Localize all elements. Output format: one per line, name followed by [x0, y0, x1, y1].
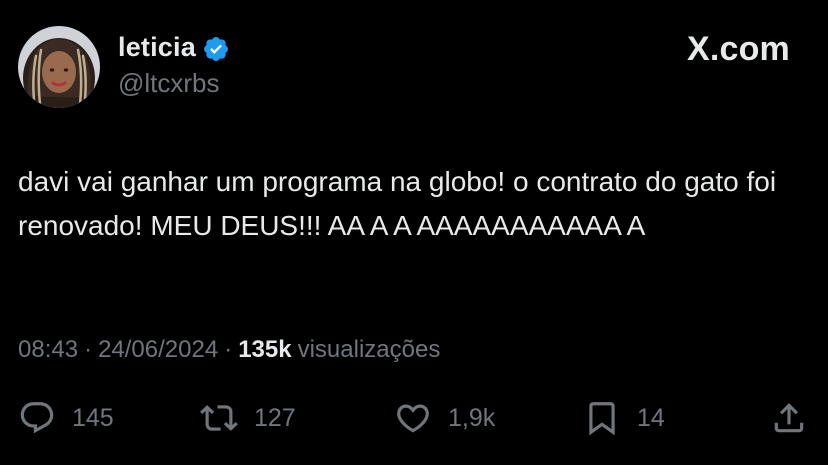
avatar[interactable] — [18, 26, 100, 108]
verified-badge-icon — [202, 35, 230, 63]
tweet-date[interactable]: 24/06/2024 — [98, 336, 218, 364]
reply-icon — [20, 402, 54, 434]
bookmark-icon — [589, 402, 615, 436]
reply-button[interactable]: 145 — [18, 396, 114, 440]
reply-count: 145 — [72, 403, 114, 432]
meta-separator: · — [84, 336, 93, 363]
like-button[interactable]: 1,9k — [394, 396, 495, 440]
tweet-actions-bar: 145 127 1,9k 14 — [0, 396, 828, 440]
repost-count: 127 — [254, 403, 296, 432]
brand-domain: X.com — [686, 30, 790, 68]
heart-icon — [397, 404, 429, 433]
views-label[interactable]: visualizações — [298, 336, 441, 364]
meta-separator: · — [224, 336, 233, 363]
repost-icon — [200, 405, 238, 431]
share-icon — [774, 403, 804, 433]
tweet-meta: 08:43 · 24/06/2024 · 135k visualizações — [18, 336, 440, 364]
like-count: 1,9k — [448, 403, 496, 432]
brand-watermark: X.com — [687, 30, 790, 69]
author-name-row[interactable]: leticia — [118, 32, 230, 63]
avatar-image — [18, 26, 100, 108]
views-count[interactable]: 135k — [238, 336, 291, 364]
tweet-text: davi vai ganhar um programa na globo! o … — [18, 166, 777, 241]
bookmark-button[interactable]: 14 — [583, 396, 665, 440]
tweet-time[interactable]: 08:43 — [18, 336, 78, 364]
repost-button[interactable]: 127 — [200, 396, 296, 440]
bookmark-count: 14 — [637, 403, 665, 432]
share-button[interactable] — [770, 396, 808, 440]
author-handle[interactable]: @ltcxrbs — [118, 68, 220, 99]
author-display-name[interactable]: leticia — [118, 32, 196, 63]
